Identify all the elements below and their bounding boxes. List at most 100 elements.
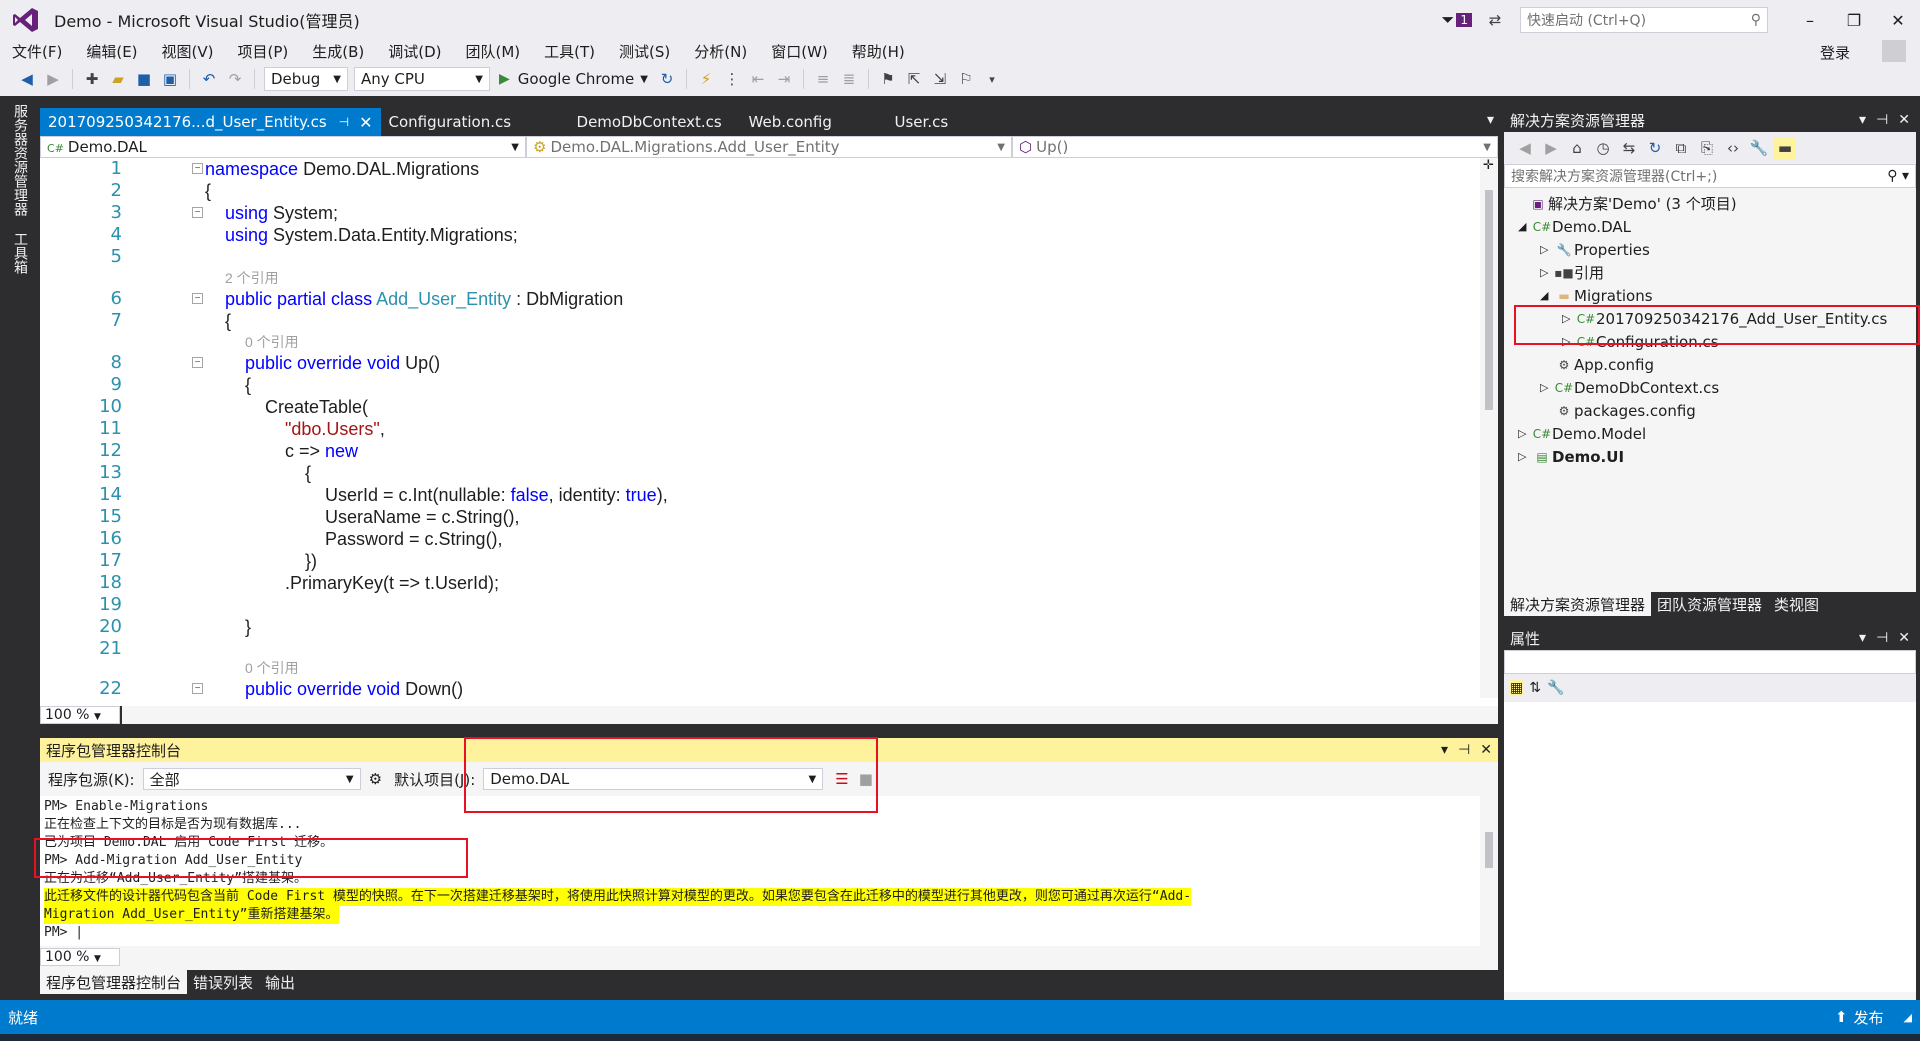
- alphabetical-icon[interactable]: ⇅: [1529, 680, 1541, 696]
- project-dropdown[interactable]: C# Demo.DAL ▼: [40, 136, 526, 158]
- tree-item-demo-ui[interactable]: ▷ ▤ Demo.UI: [1518, 445, 1624, 468]
- preview-selected-icon[interactable]: ▬: [1774, 137, 1796, 159]
- code-editor[interactable]: 1 2 3 4 5 6 7 8 9 10 11 12 13 14 15 16 1…: [40, 158, 1498, 706]
- collapsed-arrow-icon[interactable]: ▷: [1540, 266, 1554, 279]
- tab-solution-explorer[interactable]: 解决方案资源管理器: [1504, 592, 1652, 616]
- browser-link-icon[interactable]: ⚡: [695, 68, 717, 90]
- codelens-references[interactable]: 0 个引用: [245, 658, 299, 678]
- type-dropdown[interactable]: ⚙ Demo.DAL.Migrations.Add_User_Entity ▼: [526, 136, 1012, 158]
- collapse-region-icon[interactable]: −: [192, 683, 203, 694]
- save-icon[interactable]: ■: [133, 68, 155, 90]
- solution-search-input[interactable]: 搜索解决方案资源管理器(Ctrl+;) ⚲ ▾: [1504, 164, 1916, 188]
- collapse-all-icon[interactable]: ⧉: [1670, 137, 1692, 159]
- collapse-region-icon[interactable]: −: [192, 293, 203, 304]
- start-debugging-button[interactable]: ▶ Google Chrome ▼: [499, 70, 648, 88]
- split-editor-icon[interactable]: ✛: [1483, 158, 1494, 173]
- menu-view[interactable]: 视图(V): [150, 41, 226, 62]
- code-text-area[interactable]: − − − − − namespace Demo.DAL.Migrations …: [128, 158, 1488, 699]
- expanded-arrow-icon[interactable]: ◢: [1540, 289, 1554, 302]
- console-prompt[interactable]: PM> |: [44, 924, 83, 942]
- pin-icon[interactable]: ⊣: [1876, 630, 1888, 646]
- collapsed-arrow-icon[interactable]: ▷: [1518, 427, 1532, 440]
- collapse-region-icon[interactable]: −: [192, 207, 203, 218]
- toolbar-overflow-icon[interactable]: ▾: [981, 68, 1003, 90]
- undo-icon[interactable]: ↶: [198, 68, 220, 90]
- tree-item-demo-model[interactable]: ▷ C# Demo.Model: [1518, 422, 1646, 445]
- collapse-region-icon[interactable]: −: [192, 163, 203, 174]
- close-icon[interactable]: ✕: [1480, 742, 1492, 758]
- menu-project[interactable]: 项目(P): [226, 41, 301, 62]
- back-icon[interactable]: ◀: [1514, 137, 1536, 159]
- pin-icon[interactable]: ⊣: [339, 115, 349, 129]
- minimize-button[interactable]: –: [1788, 0, 1832, 40]
- scrollbar-thumb[interactable]: [1485, 190, 1493, 410]
- tab-demodbcontext[interactable]: DemoDbContext.cs: [561, 108, 741, 136]
- view-code-icon[interactable]: ‹›: [1722, 137, 1744, 159]
- menu-team[interactable]: 团队(M): [454, 41, 533, 62]
- tab-output[interactable]: 输出: [259, 970, 301, 994]
- menu-window[interactable]: 窗口(W): [759, 41, 840, 62]
- previous-bookmark-icon[interactable]: ⇱: [903, 68, 925, 90]
- menu-test[interactable]: 测试(S): [607, 41, 682, 62]
- quick-launch-input[interactable]: 快速启动 (Ctrl+Q) ⚲: [1520, 7, 1768, 33]
- property-pages-wrench-icon[interactable]: 🔧: [1547, 680, 1564, 696]
- menu-file[interactable]: 文件(F): [0, 41, 74, 62]
- tab-class-view[interactable]: 类视图: [1768, 592, 1825, 616]
- notifications-button[interactable]: ⏷ 1: [1442, 10, 1472, 30]
- next-bookmark-icon[interactable]: ⇲: [929, 68, 951, 90]
- clear-bookmarks-icon[interactable]: ⚐: [955, 68, 977, 90]
- window-position-icon[interactable]: ▾: [1859, 630, 1866, 646]
- comment-icon[interactable]: ≡: [812, 68, 834, 90]
- collapse-region-icon[interactable]: −: [192, 357, 203, 368]
- open-file-icon[interactable]: ▰: [107, 68, 129, 90]
- tab-migration-file[interactable]: 201709250342176...d_User_Entity.cs ⊣ ✕: [40, 108, 381, 136]
- home-icon[interactable]: ⌂: [1566, 137, 1588, 159]
- properties-wrench-icon[interactable]: 🔧: [1748, 137, 1770, 159]
- expanded-arrow-icon[interactable]: ◢: [1518, 220, 1532, 233]
- save-all-icon[interactable]: ▣: [159, 68, 181, 90]
- settings-gear-icon[interactable]: ⚙: [369, 770, 382, 788]
- codelens-references[interactable]: 0 个引用: [245, 332, 299, 352]
- tab-package-manager-console[interactable]: 程序包管理器控制台: [40, 970, 188, 994]
- console-vertical-scrollbar[interactable]: [1480, 796, 1498, 946]
- editor-horizontal-scrollbar[interactable]: [122, 706, 1498, 724]
- pin-icon[interactable]: ⊣: [1876, 112, 1888, 128]
- tree-item-references[interactable]: ▷ ▪■ 引用: [1540, 261, 1604, 284]
- uncomment-icon[interactable]: ≣: [838, 68, 860, 90]
- solution-configuration-select[interactable]: Debug ▼: [264, 67, 348, 91]
- tree-item-app-config[interactable]: ⚙ App.config: [1540, 353, 1654, 376]
- menu-tools[interactable]: 工具(T): [532, 41, 607, 62]
- tree-item-packages-config[interactable]: ⚙ packages.config: [1540, 399, 1696, 422]
- refresh-icon[interactable]: ↻: [656, 68, 678, 90]
- tab-team-explorer[interactable]: 团队资源管理器: [1651, 592, 1768, 616]
- menu-edit[interactable]: 编辑(E): [74, 41, 149, 62]
- package-source-select[interactable]: 全部 ▼: [142, 768, 361, 790]
- tree-item-demo-dal[interactable]: ◢ C# Demo.DAL: [1518, 215, 1631, 238]
- forward-icon[interactable]: ▶: [1540, 137, 1562, 159]
- tree-item-migrations-folder[interactable]: ◢ ▬ Migrations: [1540, 284, 1653, 307]
- collapsed-arrow-icon[interactable]: ▷: [1540, 381, 1554, 394]
- properties-object-select[interactable]: [1504, 650, 1916, 674]
- editor-zoom-select[interactable]: 100 % ▼: [40, 706, 120, 724]
- navigate-forward-icon[interactable]: ▶: [42, 68, 64, 90]
- menu-build[interactable]: 生成(B): [300, 41, 376, 62]
- toolbar-options-icon[interactable]: ⋮: [721, 68, 743, 90]
- avatar[interactable]: [1882, 40, 1906, 62]
- indent-icon[interactable]: ⇥: [773, 68, 795, 90]
- collapsed-arrow-icon[interactable]: ▷: [1540, 243, 1554, 256]
- close-icon[interactable]: ✕: [1898, 630, 1910, 646]
- restore-button[interactable]: ❐: [1832, 0, 1876, 40]
- refresh-icon[interactable]: ↻: [1644, 137, 1666, 159]
- menu-debug[interactable]: 调试(D): [376, 41, 453, 62]
- pin-icon[interactable]: ⊣: [1458, 742, 1470, 758]
- server-explorer-tab[interactable]: 服务器资源管理器: [0, 96, 30, 224]
- tab-configuration[interactable]: Configuration.cs: [381, 108, 561, 136]
- close-button[interactable]: ✕: [1876, 0, 1920, 40]
- tree-item-properties[interactable]: ▷ 🔧 Properties: [1540, 238, 1650, 261]
- redo-icon[interactable]: ↷: [224, 68, 246, 90]
- tab-overflow-icon[interactable]: ▾: [1487, 112, 1494, 128]
- tree-item-demodbcontext[interactable]: ▷ C# DemoDbContext.cs: [1540, 376, 1719, 399]
- publish-button[interactable]: ⬆ 发布 ◢: [1835, 1007, 1912, 1028]
- close-icon[interactable]: ✕: [1898, 112, 1910, 128]
- categorized-icon[interactable]: ▦: [1510, 680, 1524, 696]
